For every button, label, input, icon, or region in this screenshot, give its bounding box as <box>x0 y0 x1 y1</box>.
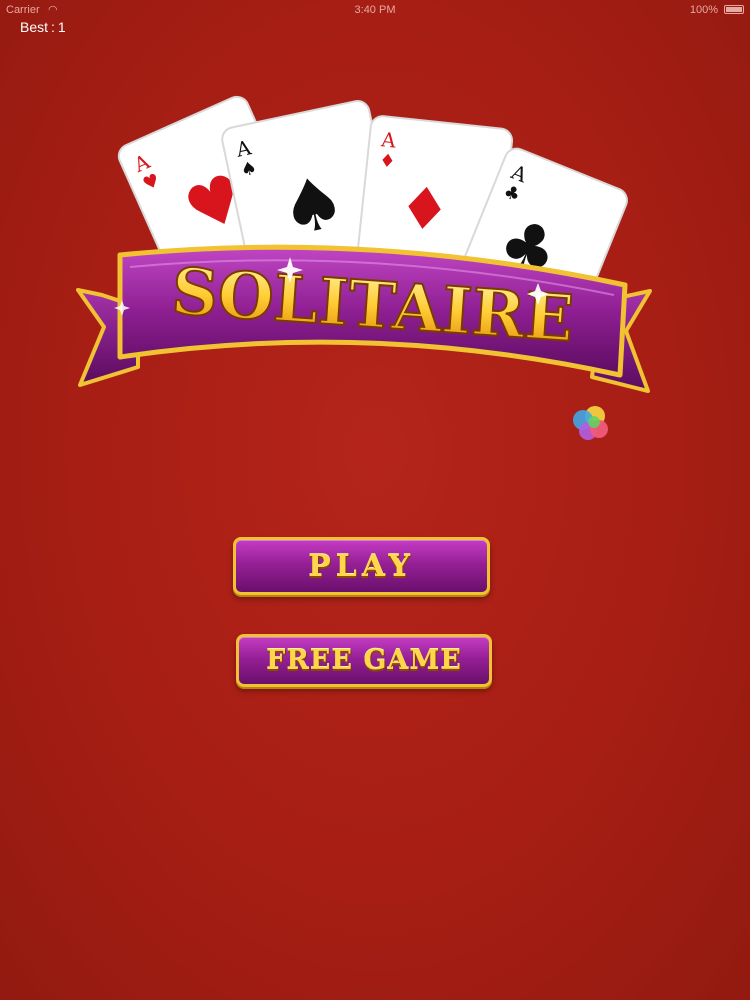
best-score-separator: : <box>51 19 55 35</box>
battery-percent: 100% <box>689 4 718 16</box>
play-button[interactable]: PLAY <box>233 537 490 595</box>
play-button-label: PLAY <box>308 548 415 584</box>
battery-icon <box>724 5 744 14</box>
status-time: 3:40 PM <box>354 4 396 16</box>
solitaire-logo: A ♥ ♥ A ♠ ♠ ♠ A ♦ ♦ A ♣ ♣ <box>60 95 680 415</box>
best-score: Best:1 <box>20 19 66 35</box>
game-center-icon[interactable] <box>570 402 612 444</box>
card-rank: A <box>379 127 397 153</box>
free-game-button-label: FREE GAME <box>266 645 462 676</box>
best-score-value: 1 <box>57 19 66 35</box>
logo-graphic: A ♥ ♥ A ♠ ♠ ♠ A ♦ ♦ A ♣ ♣ <box>76 95 652 393</box>
free-game-button[interactable]: FREE GAME <box>236 634 492 687</box>
best-score-label: Best <box>20 19 49 35</box>
diamond-icon: ♦ <box>395 172 454 245</box>
status-bar: Carrier ◠ 3:40 PM 100% <box>0 0 750 20</box>
card-suit-small: ♦ <box>378 150 396 173</box>
